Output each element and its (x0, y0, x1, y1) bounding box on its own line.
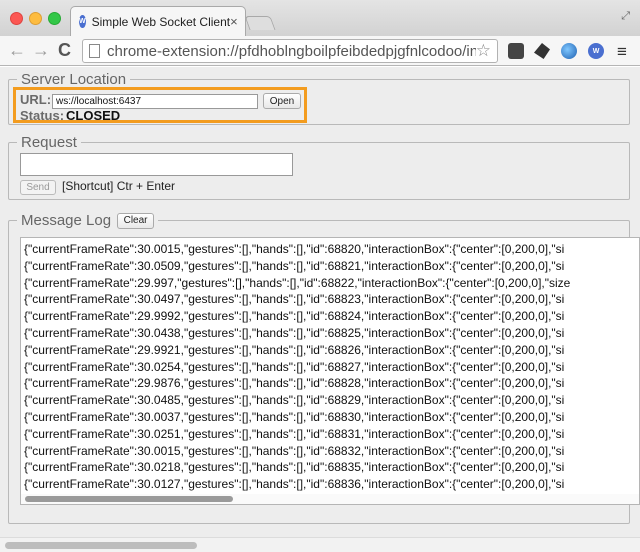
log-line: {"currentFrameRate":30.0485,"gestures":[… (24, 393, 565, 408)
browser-tab[interactable]: W Simple Web Socket Client × (70, 6, 246, 36)
log-line: {"currentFrameRate":30.0438,"gestures":[… (24, 325, 565, 340)
minimize-window-button[interactable] (29, 12, 42, 25)
page-horizontal-scrollbar[interactable] (0, 537, 640, 552)
extension-toolbox-icon[interactable] (508, 43, 524, 59)
message-log-title: Message Log (21, 212, 112, 229)
log-line: {"currentFrameRate":29.9992,"gestures":[… (24, 309, 565, 324)
message-log-lines: {"currentFrameRate":30.0015,"gestures":[… (21, 238, 639, 493)
websocket-favicon-icon: W (79, 15, 86, 28)
reload-icon[interactable]: C (58, 41, 71, 59)
url-input[interactable] (52, 94, 258, 109)
log-horizontal-scrollbar[interactable] (21, 494, 639, 504)
send-button[interactable]: Send (20, 180, 56, 195)
extension-globe-icon[interactable] (561, 43, 577, 59)
request-textarea[interactable] (20, 153, 293, 176)
extension-pin-icon[interactable] (534, 43, 550, 59)
tab-title: Simple Web Socket Client (91, 14, 231, 29)
back-arrow-icon[interactable]: ← (8, 41, 26, 59)
bookmark-star-icon[interactable]: ☆ (476, 41, 491, 61)
tab-close-icon[interactable]: × (230, 14, 238, 29)
url-label: URL: (20, 92, 52, 107)
new-tab-button[interactable] (244, 16, 276, 30)
server-location-legend: Server Location (21, 71, 127, 88)
status-value: CLOSED (66, 108, 121, 123)
clear-button[interactable]: Clear (117, 212, 155, 229)
browser-toolbar: ← → C chrome-extension://pfdhoblngboilpf… (0, 36, 640, 66)
log-line: {"currentFrameRate":30.0497,"gestures":[… (24, 292, 565, 307)
close-window-button[interactable] (10, 12, 23, 25)
log-line: {"currentFrameRate":30.0037,"gestures":[… (24, 409, 565, 424)
address-bar-text[interactable]: chrome-extension://pfdhoblngboilpfeibded… (107, 43, 476, 60)
address-bar[interactable]: chrome-extension://pfdhoblngboilpfeibded… (82, 39, 498, 63)
shortcut-hint: [Shortcut] Ctr + Enter (62, 179, 176, 193)
page-scrollbar-thumb[interactable] (5, 542, 197, 549)
log-line: {"currentFrameRate":30.0218,"gestures":[… (24, 460, 565, 475)
log-line: {"currentFrameRate":30.0127,"gestures":[… (24, 477, 565, 492)
log-line: {"currentFrameRate":30.0015,"gestures":[… (24, 443, 565, 458)
menu-hamburger-icon[interactable]: ≡ (617, 42, 627, 62)
extension-websocket-icon[interactable]: W (588, 43, 604, 59)
page-content: Server Location URL: Open Status: CLOSED… (0, 67, 640, 537)
message-log[interactable]: {"currentFrameRate":30.0015,"gestures":[… (20, 237, 640, 505)
forward-arrow-icon[interactable]: → (32, 41, 50, 59)
fullscreen-icon[interactable]: ⤢ (621, 10, 630, 23)
browser-titlebar: W Simple Web Socket Client × ⤢ (0, 0, 640, 36)
log-line: {"currentFrameRate":30.0015,"gestures":[… (24, 242, 565, 256)
log-line: {"currentFrameRate":30.0251,"gestures":[… (24, 426, 565, 441)
log-line: {"currentFrameRate":29.9876,"gestures":[… (24, 376, 565, 391)
log-line: {"currentFrameRate":29.9921,"gestures":[… (24, 342, 565, 357)
message-log-legend: Message Log Clear (17, 212, 158, 229)
log-line: {"currentFrameRate":29.997,"gestures":[]… (24, 275, 571, 290)
zoom-window-button[interactable] (48, 12, 61, 25)
status-label: Status: (20, 108, 65, 123)
open-button[interactable]: Open (263, 93, 301, 109)
log-scrollbar-thumb[interactable] (25, 496, 233, 502)
request-legend: Request (21, 134, 77, 151)
log-line: {"currentFrameRate":30.0509,"gestures":[… (24, 258, 565, 273)
log-line: {"currentFrameRate":30.0254,"gestures":[… (24, 359, 565, 374)
page-icon (89, 44, 100, 58)
